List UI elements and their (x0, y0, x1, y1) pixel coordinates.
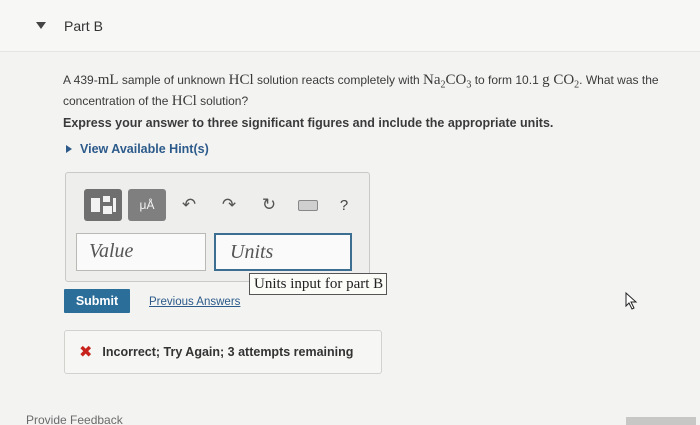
next-button-partial[interactable] (626, 417, 696, 425)
view-hints-label: View Available Hint(s) (80, 142, 209, 156)
feedback-box: ✖ Incorrect; Try Again; 3 attempts remai… (64, 330, 382, 374)
keyboard-icon[interactable] (292, 189, 324, 221)
units-tooltip: Units input for part B (249, 273, 387, 295)
help-button[interactable]: ? (330, 189, 358, 221)
previous-answers-link[interactable]: Previous Answers (149, 296, 240, 308)
units-input[interactable]: Units (214, 233, 352, 271)
provide-feedback-link[interactable]: Provide Feedback (26, 413, 123, 425)
part-title: Part B (64, 18, 103, 34)
cursor-icon (625, 292, 638, 310)
question-text: A 439-mL sample of unknown HCl solution … (63, 72, 659, 110)
view-hints-link[interactable]: View Available Hint(s) (66, 142, 209, 156)
part-header[interactable]: Part B (0, 0, 700, 52)
expand-arrow-icon (66, 145, 72, 153)
collapse-arrow-icon[interactable] (36, 22, 46, 29)
undo-icon[interactable]: ↶ (172, 189, 206, 221)
submit-button[interactable]: Submit (64, 289, 130, 313)
feedback-message: Incorrect; Try Again; 3 attempts remaini… (102, 345, 354, 359)
value-input[interactable]: Value (76, 233, 206, 271)
redo-icon[interactable]: ↷ (212, 189, 246, 221)
units-template-button[interactable]: μÅ (128, 189, 166, 221)
math-toolbar: μÅ ↶ ↷ ↻ ? (84, 187, 364, 223)
instruction-text: Express your answer to three significant… (63, 116, 554, 130)
templates-icon[interactable] (84, 189, 122, 221)
incorrect-x-icon: ✖ (79, 344, 93, 361)
reset-icon[interactable]: ↻ (252, 189, 286, 221)
answer-box: μÅ ↶ ↷ ↻ ? Value Units (65, 172, 370, 282)
